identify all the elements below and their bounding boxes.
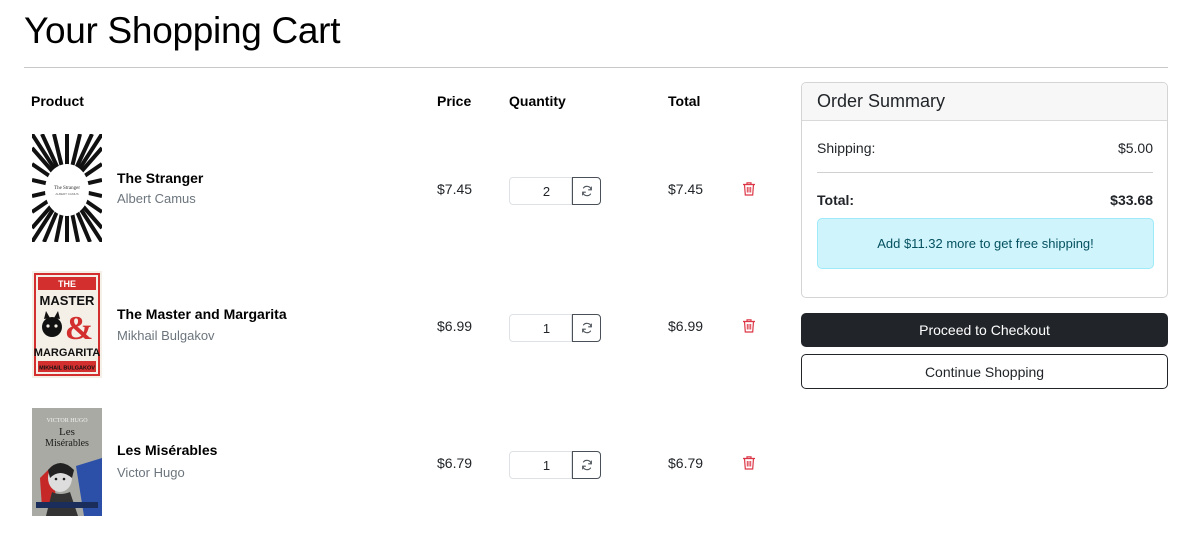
refresh-icon [581, 322, 592, 334]
cover-title-text: The Stranger [54, 186, 80, 191]
cover-author-text: VICTOR HUGO [46, 418, 88, 424]
header-quantity: Quantity [509, 93, 566, 109]
item-price: $6.99 [437, 318, 473, 334]
book-title: Les Misérables [117, 442, 218, 458]
cover-author-text: MIKHAIL BULGAKOV [39, 366, 95, 372]
quantity-input[interactable] [509, 451, 572, 479]
item-price: $6.79 [437, 455, 473, 471]
book-author: Albert Camus [117, 191, 196, 206]
cart-row: The Stranger ALBERT CAMUS The Stranger A… [24, 128, 784, 248]
total-value: $33.68 [1110, 192, 1153, 208]
title-divider [24, 67, 1168, 68]
cover-title-text: MARGARITA [34, 347, 100, 359]
book-cover-image: THE MASTER & MARGARITA MIKHAIL BULGAKOV [32, 271, 102, 378]
quantity-control [509, 314, 601, 342]
cover-title-text: Misérables [45, 438, 89, 449]
order-summary-card: Order Summary Shipping: $5.00 Total: $33… [801, 82, 1168, 298]
cover-title-text: THE [58, 279, 76, 289]
quantity-input[interactable] [509, 177, 572, 205]
update-quantity-button[interactable] [572, 177, 601, 205]
book-title: The Master and Margarita [117, 306, 287, 322]
item-total: $7.45 [668, 181, 704, 197]
cover-title-text: Les [59, 426, 75, 438]
header-price: Price [437, 93, 472, 109]
cart-row: THE MASTER & MARGARITA MIKHAIL BULGAKOV … [24, 264, 784, 384]
refresh-icon [581, 459, 592, 471]
cover-author-text: ALBERT CAMUS [55, 192, 78, 196]
book-title: The Stranger [117, 170, 204, 186]
summary-divider [817, 172, 1153, 173]
book-cover-image: The Stranger ALBERT CAMUS [32, 134, 102, 242]
quantity-control [509, 177, 601, 205]
item-price: $7.45 [437, 181, 473, 197]
header-product: Product [31, 93, 84, 109]
page-title: Your Shopping Cart [24, 10, 341, 51]
shipping-label: Shipping: [817, 140, 876, 156]
free-shipping-alert: Add $11.32 more to get free shipping! [817, 218, 1154, 269]
book-author: Victor Hugo [117, 465, 185, 480]
proceed-to-checkout-button[interactable]: Proceed to Checkout [801, 313, 1168, 347]
total-label: Total: [817, 192, 855, 208]
refresh-icon [581, 185, 592, 197]
item-total: $6.99 [668, 318, 704, 334]
header-total: Total [668, 93, 701, 109]
order-summary-header: Order Summary [802, 83, 1167, 121]
trash-icon[interactable] [742, 318, 756, 333]
cover-ampersand-text: & [65, 310, 93, 347]
item-total: $6.79 [668, 455, 704, 471]
quantity-input[interactable] [509, 314, 572, 342]
order-summary-title: Order Summary [817, 91, 946, 111]
book-author: Mikhail Bulgakov [117, 328, 215, 343]
cart-row: VICTOR HUGO Les Misérables Les Misérable… [24, 400, 784, 520]
trash-icon[interactable] [742, 455, 756, 470]
cover-title-text: MASTER [40, 293, 96, 308]
update-quantity-button[interactable] [572, 451, 601, 479]
quantity-control [509, 451, 601, 479]
continue-shopping-button[interactable]: Continue Shopping [801, 354, 1168, 389]
book-cover-image: VICTOR HUGO Les Misérables [32, 408, 102, 516]
trash-icon[interactable] [742, 181, 756, 196]
update-quantity-button[interactable] [572, 314, 601, 342]
shipping-value: $5.00 [1117, 140, 1153, 156]
